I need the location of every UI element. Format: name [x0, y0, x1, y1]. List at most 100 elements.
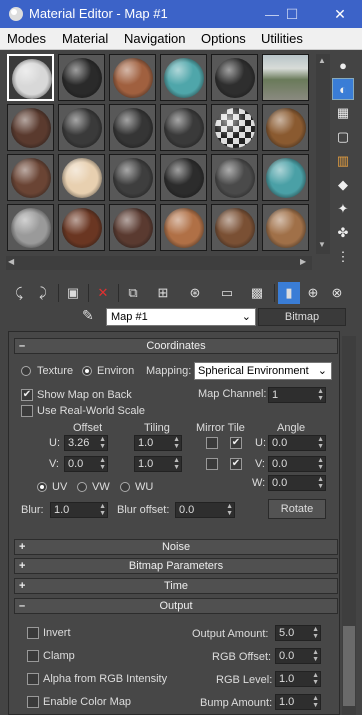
material-slot[interactable] [211, 104, 258, 151]
put-to-library-icon[interactable]: ⊞ [152, 282, 174, 304]
w-angle-spinner[interactable]: 0.0 ▲ ▼ [268, 475, 326, 491]
close-button[interactable]: ✕ [330, 4, 350, 24]
vw-radio[interactable] [77, 482, 87, 492]
material-slot[interactable] [211, 154, 258, 201]
background-icon[interactable]: ▦ [332, 102, 354, 124]
alpha-from-rgb-checkbox[interactable] [27, 673, 39, 685]
scroll-up-icon[interactable]: ▲ [318, 56, 326, 65]
options-icon[interactable]: ✦ [332, 198, 354, 220]
material-slot[interactable] [262, 204, 309, 251]
reset-map-icon[interactable]: ✕ [92, 282, 114, 304]
video-color-check-icon[interactable]: ▥ [332, 150, 354, 172]
material-slot[interactable] [160, 104, 207, 151]
show-end-result-icon[interactable]: ▩ [246, 282, 268, 304]
material-slot[interactable] [7, 104, 54, 151]
slots-vertical-scrollbar[interactable]: ▲ ▼ [316, 54, 330, 254]
output-amount-spinner[interactable]: 5.0 ▲ ▼ [275, 625, 321, 641]
material-slot[interactable] [109, 104, 156, 151]
menu-material[interactable]: Material [62, 31, 108, 46]
rollout-time[interactable]: + Time [14, 578, 338, 594]
material-slot[interactable] [58, 54, 105, 101]
rgb-level-spinner[interactable]: 1.0 ▲ ▼ [275, 671, 321, 687]
select-by-material-icon[interactable]: ✤ [332, 222, 354, 244]
rgb-offset-spinner[interactable]: 0.0 ▲ ▼ [275, 648, 321, 664]
material-slot[interactable] [7, 54, 54, 101]
texture-radio[interactable] [21, 366, 31, 376]
uv-radio[interactable] [37, 482, 47, 492]
rotate-button[interactable]: Rotate [268, 499, 326, 519]
scroll-right-icon[interactable]: ▶ [300, 257, 306, 266]
rollout-noise[interactable]: + Noise [14, 539, 338, 555]
u-tile-checkbox[interactable]: ✔ [230, 437, 242, 449]
rollout-bitmap-parameters[interactable]: + Bitmap Parameters [14, 558, 338, 574]
minimize-button[interactable]: — [262, 4, 282, 24]
uv-tiling-icon[interactable]: ▢ [332, 126, 354, 148]
slots-horizontal-scrollbar[interactable]: ◀ ▶ [6, 256, 312, 270]
menu-utilities[interactable]: Utilities [261, 31, 303, 46]
chevron-down-icon[interactable]: ⌄ [242, 310, 251, 323]
material-slot[interactable] [211, 54, 258, 101]
mapping-dropdown[interactable]: Spherical Environment ⌄ [194, 362, 332, 380]
v-tile-checkbox[interactable]: ✔ [230, 458, 242, 470]
show-map-in-viewport-icon[interactable]: ▭ [216, 282, 238, 304]
material-map-navigator-icon[interactable]: ⋮ [332, 246, 354, 268]
maximize-button[interactable]: ☐ [282, 4, 302, 24]
sample-type-icon[interactable]: ● [332, 54, 354, 76]
wu-radio[interactable] [120, 482, 130, 492]
scroll-down-icon[interactable]: ▼ [318, 240, 326, 249]
u-angle-spinner[interactable]: 0.0 ▲ ▼ [268, 435, 326, 451]
assign-material-icon[interactable]: ▣ [62, 282, 84, 304]
material-slot[interactable] [262, 104, 309, 151]
material-slot[interactable] [160, 154, 207, 201]
panel-scrollbar[interactable] [342, 336, 356, 715]
bump-amount-spinner[interactable]: 1.0 ▲ ▼ [275, 694, 321, 710]
get-material-icon[interactable]: ⤹ [8, 282, 30, 304]
material-slot[interactable] [262, 54, 309, 101]
material-slot[interactable] [262, 154, 309, 201]
scrollbar-thumb[interactable] [343, 626, 355, 706]
v-angle-spinner[interactable]: 0.0 ▲ ▼ [268, 456, 326, 472]
material-slot[interactable] [160, 54, 207, 101]
material-slot[interactable] [58, 154, 105, 201]
map-type-button[interactable]: Bitmap [258, 308, 346, 326]
u-tiling-spinner[interactable]: 1.0 ▲ ▼ [134, 435, 182, 451]
scroll-left-icon[interactable]: ◀ [8, 257, 14, 266]
backlight-icon[interactable]: ◐ [332, 78, 354, 100]
clamp-checkbox[interactable] [27, 650, 39, 662]
real-world-scale-checkbox[interactable] [21, 405, 33, 417]
material-slot[interactable] [58, 204, 105, 251]
make-unique-icon[interactable]: ⧉ [122, 282, 144, 304]
enable-color-map-checkbox[interactable] [27, 696, 39, 708]
v-offset-spinner[interactable]: 0.0 ▲ ▼ [64, 456, 108, 472]
map-channel-spinner[interactable]: 1 ▲ ▼ [268, 387, 326, 403]
put-material-icon[interactable]: ⤸ [32, 282, 54, 304]
blur-offset-spinner[interactable]: 0.0 ▲ ▼ [175, 502, 235, 518]
rollout-output[interactable]: – Output [14, 598, 338, 614]
material-slot[interactable] [109, 204, 156, 251]
material-slot[interactable] [211, 204, 258, 251]
u-mirror-checkbox[interactable] [206, 437, 218, 449]
material-slot[interactable] [160, 204, 207, 251]
menu-options[interactable]: Options [201, 31, 246, 46]
material-slot[interactable] [7, 204, 54, 251]
blur-spinner[interactable]: 1.0 ▲ ▼ [50, 502, 108, 518]
map-name-field[interactable]: Map #1 ⌄ [106, 308, 256, 326]
go-forward-to-sibling-icon[interactable]: ⊕ [302, 282, 324, 304]
invert-checkbox[interactable] [27, 627, 39, 639]
menu-navigation[interactable]: Navigation [124, 31, 185, 46]
pick-material-icon[interactable]: ⊗ [326, 282, 348, 304]
material-slot[interactable] [109, 154, 156, 201]
make-preview-icon[interactable]: ◆ [332, 174, 354, 196]
rollout-coordinates[interactable]: – Coordinates [14, 338, 338, 354]
menu-modes[interactable]: Modes [7, 31, 46, 46]
eyedropper-icon[interactable]: ✎ [82, 307, 94, 324]
u-offset-spinner[interactable]: 3.26 ▲ ▼ [64, 435, 108, 451]
material-slot[interactable] [109, 54, 156, 101]
chevron-down-icon[interactable]: ⌄ [318, 364, 327, 377]
material-slot[interactable] [58, 104, 105, 151]
v-tiling-spinner[interactable]: 1.0 ▲ ▼ [134, 456, 182, 472]
material-id-icon[interactable]: ⊛ [184, 282, 206, 304]
show-map-on-back-checkbox[interactable]: ✔ [21, 389, 33, 401]
v-mirror-checkbox[interactable] [206, 458, 218, 470]
environ-radio[interactable] [82, 366, 92, 376]
